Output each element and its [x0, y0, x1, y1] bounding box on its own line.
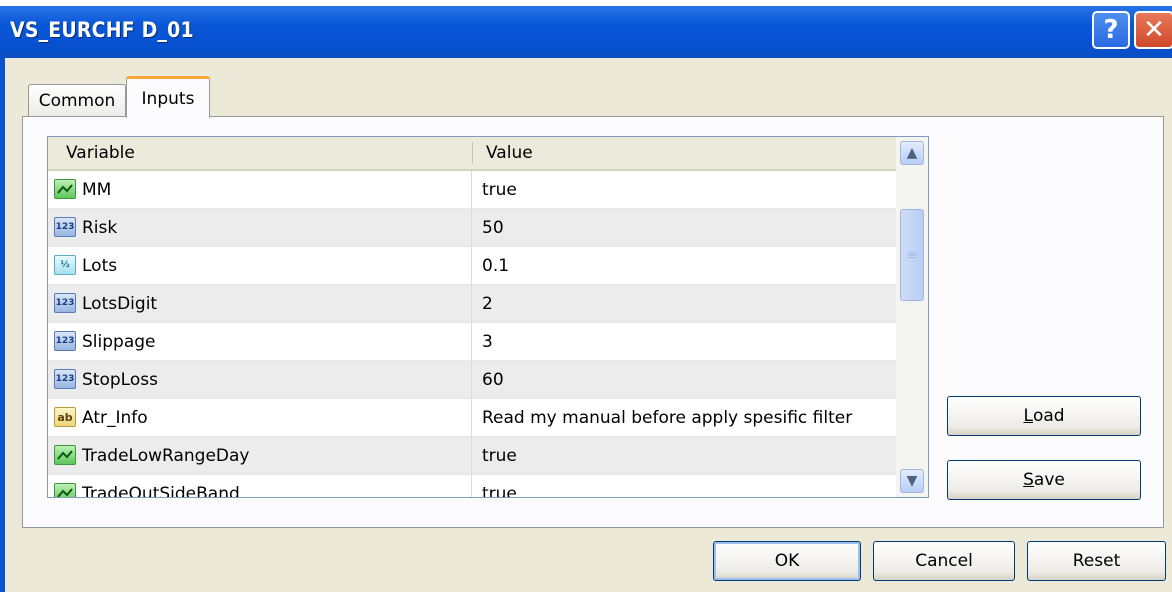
grid-row-tradeoutsideband[interactable]: TradeOutSideBand true — [48, 475, 896, 498]
scroll-up-button[interactable]: ▲ — [900, 141, 924, 165]
column-header-value[interactable]: Value — [486, 137, 533, 169]
load-button[interactable]: Load — [947, 396, 1141, 436]
variable-name: Risk — [82, 218, 118, 238]
variable-name: Atr_Info — [82, 408, 148, 428]
ok-button[interactable]: OK — [713, 541, 861, 581]
variable-cell: 123 Slippage — [48, 323, 472, 361]
integer-type-icon: 123 — [54, 331, 76, 351]
variable-cell: ab Atr_Info — [48, 399, 472, 437]
variable-value[interactable]: true — [482, 437, 517, 475]
cancel-button[interactable]: Cancel — [873, 541, 1015, 581]
grid-row-lots[interactable]: ½ Lots 0.1 — [48, 247, 896, 285]
scroll-thumb[interactable]: ≡ — [900, 209, 924, 301]
variable-value[interactable]: true — [482, 171, 517, 209]
load-mnemonic: L — [1023, 406, 1033, 426]
load-label-rest: oad — [1032, 406, 1065, 426]
window-title: VS_EURCHF D_01 — [10, 18, 194, 42]
variable-name: LotsDigit — [82, 294, 158, 314]
grid-row-tradelowrangeday[interactable]: TradeLowRangeDay true — [48, 437, 896, 475]
string-type-icon: ab — [54, 407, 76, 427]
variable-cell: 123 Risk — [48, 209, 472, 247]
bool-type-icon — [54, 179, 76, 199]
bool-type-icon — [54, 445, 76, 465]
variable-cell: TradeLowRangeDay — [48, 437, 472, 475]
bool-type-icon — [54, 483, 76, 497]
variable-value[interactable]: 60 — [482, 361, 504, 399]
save-button[interactable]: Save — [947, 460, 1141, 500]
grid-row-atr-info[interactable]: ab Atr_Info Read my manual before apply … — [48, 399, 896, 437]
title-bar[interactable]: VS_EURCHF D_01 ? ✕ — [0, 6, 1172, 58]
inputs-grid: Variable Value MM true 123 Risk 50 ½ Lot… — [47, 136, 929, 498]
tab-inputs[interactable]: Inputs — [126, 76, 210, 118]
grid-row-slippage[interactable]: 123 Slippage 3 — [48, 323, 896, 361]
variable-value[interactable]: 2 — [482, 285, 493, 323]
reset-button[interactable]: Reset — [1027, 541, 1166, 581]
grid-row-lotsdigit[interactable]: 123 LotsDigit 2 — [48, 285, 896, 323]
window-left-border — [0, 58, 5, 592]
close-button[interactable]: ✕ — [1134, 11, 1172, 49]
variable-name: TradeLowRangeDay — [82, 446, 250, 466]
scroll-down-button[interactable]: ▼ — [900, 469, 924, 493]
grid-row-mm[interactable]: MM true — [48, 171, 896, 209]
help-icon: ? — [1103, 15, 1119, 45]
variable-name: MM — [82, 180, 112, 200]
double-type-icon: ½ — [54, 255, 76, 275]
variable-value[interactable]: true — [482, 475, 517, 497]
variable-name: Slippage — [82, 332, 156, 352]
grid-row-stoploss[interactable]: 123 StopLoss 60 — [48, 361, 896, 399]
variable-cell: ½ Lots — [48, 247, 472, 285]
variable-name: Lots — [82, 256, 118, 276]
variable-value[interactable]: 50 — [482, 209, 504, 247]
variable-cell: TradeOutSideBand — [48, 475, 472, 498]
variable-value[interactable]: 3 — [482, 323, 493, 361]
save-label-rest: ave — [1033, 470, 1065, 490]
variable-cell: 123 LotsDigit — [48, 285, 472, 323]
integer-type-icon: 123 — [54, 217, 76, 237]
column-header-variable[interactable]: Variable — [66, 137, 135, 169]
variable-name: TradeOutSideBand — [82, 484, 240, 498]
save-mnemonic: S — [1023, 470, 1034, 490]
help-button[interactable]: ? — [1092, 11, 1130, 49]
variable-cell: 123 StopLoss — [48, 361, 472, 399]
integer-type-icon: 123 — [54, 369, 76, 389]
integer-type-icon: 123 — [54, 293, 76, 313]
variable-value[interactable]: 0.1 — [482, 247, 509, 285]
tab-common[interactable]: Common — [28, 84, 126, 116]
variable-value[interactable]: Read my manual before apply spesific fil… — [482, 399, 852, 437]
grid-row-risk[interactable]: 123 Risk 50 — [48, 209, 896, 247]
variable-name: StopLoss — [82, 370, 158, 390]
grid-header: Variable Value — [48, 137, 896, 171]
close-icon: ✕ — [1143, 15, 1165, 45]
variable-cell: MM — [48, 171, 472, 209]
vertical-scrollbar[interactable]: ▲ ≡ ▼ — [896, 137, 928, 497]
column-divider[interactable] — [472, 142, 473, 164]
